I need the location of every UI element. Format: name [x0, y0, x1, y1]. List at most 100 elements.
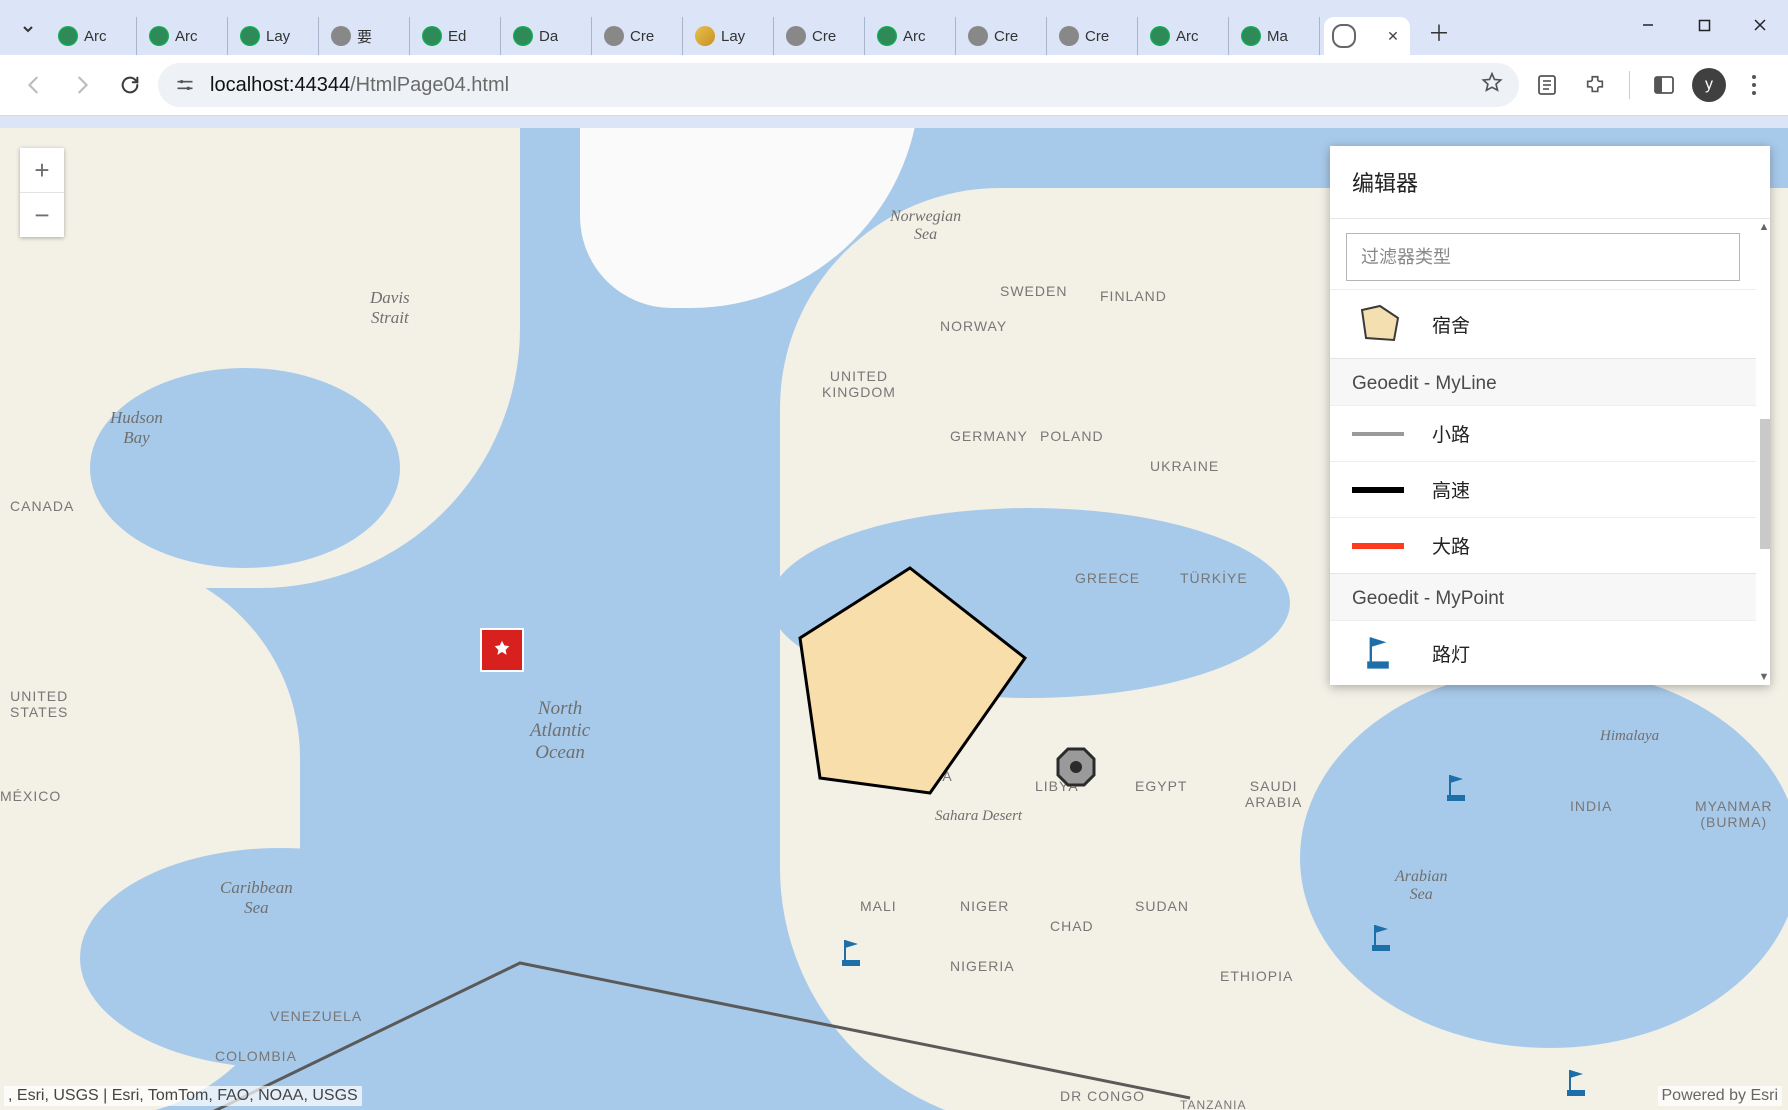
- template-label: 高速: [1432, 476, 1470, 503]
- sea-label: Hudson Bay: [110, 408, 163, 448]
- forward-button[interactable]: [62, 65, 102, 105]
- template-label: 路灯: [1432, 640, 1470, 667]
- minimize-button[interactable]: [1620, 0, 1676, 50]
- side-panel-icon[interactable]: [1644, 65, 1684, 105]
- scrollbar-thumb[interactable]: [1760, 419, 1770, 549]
- globe-icon: [1150, 26, 1170, 46]
- template-item-point-flag[interactable]: 路灯: [1330, 620, 1756, 685]
- browser-chrome: Arc Arc Lay 要 Ed Da Cre Lay Cre Arc Cre …: [0, 0, 1788, 128]
- country-label: POLAND: [1040, 428, 1104, 444]
- tab-label: Da: [539, 28, 558, 45]
- bookmark-icon[interactable]: [1481, 71, 1503, 99]
- back-button[interactable]: [14, 65, 54, 105]
- tab-item-10[interactable]: Cre: [960, 17, 1047, 55]
- globe-icon: [1059, 26, 1079, 46]
- country-label: INDIA: [1570, 798, 1612, 814]
- globe-icon: [877, 26, 897, 46]
- country-label: SUDAN: [1135, 898, 1189, 914]
- tab-item-1[interactable]: Arc: [141, 17, 228, 55]
- point-feature-icon[interactable]: [480, 628, 524, 672]
- editor-template-list[interactable]: 宿舍 Geoedit - MyLine 小路 高速 大路 Geoedit - M…: [1330, 219, 1770, 685]
- tab-item-11[interactable]: Cre: [1051, 17, 1138, 55]
- template-item-line-gray[interactable]: 小路: [1330, 405, 1756, 461]
- tab-item-active[interactable]: ✕: [1324, 17, 1410, 55]
- point-feature-flag[interactable]: [1370, 923, 1392, 958]
- tab-strip: Arc Arc Lay 要 Ed Da Cre Lay Cre Arc Cre …: [0, 0, 1788, 55]
- sea-label: North Atlantic Ocean: [530, 698, 590, 764]
- country-label: EGYPT: [1135, 778, 1187, 794]
- tab-item-9[interactable]: Arc: [869, 17, 956, 55]
- tab-label: Arc: [175, 28, 198, 45]
- tab-item-13[interactable]: Ma: [1233, 17, 1320, 55]
- country-label: CANADA: [10, 498, 74, 514]
- country-label: GREECE: [1075, 570, 1140, 586]
- tab-item-6[interactable]: Cre: [596, 17, 683, 55]
- region-label: Himalaya: [1600, 728, 1659, 745]
- tab-item-12[interactable]: Arc: [1142, 17, 1229, 55]
- point-feature-octagon[interactable]: [1055, 746, 1097, 793]
- address-bar[interactable]: localhost:44344/HtmlPage04.html: [158, 63, 1519, 107]
- point-feature-flag[interactable]: [840, 938, 862, 973]
- point-feature-flag[interactable]: [1565, 1068, 1587, 1103]
- tab-item-4[interactable]: Ed: [414, 17, 501, 55]
- country-label: NORWAY: [940, 318, 1007, 334]
- tab-label: Arc: [1176, 28, 1199, 45]
- new-tab-button[interactable]: ＋: [1422, 15, 1456, 49]
- tab-item-3[interactable]: 要: [323, 17, 410, 55]
- country-label: UKRAINE: [1150, 458, 1219, 474]
- ocean-indian: [1300, 668, 1788, 1048]
- reading-list-icon[interactable]: [1527, 65, 1567, 105]
- country-label: UNITED KINGDOM: [822, 368, 896, 400]
- template-item-polygon[interactable]: 宿舍: [1330, 289, 1756, 358]
- tab-item-5[interactable]: Da: [505, 17, 592, 55]
- line-symbol-icon: [1352, 540, 1404, 552]
- reload-button[interactable]: [110, 65, 150, 105]
- tab-label: Arc: [903, 28, 926, 45]
- tab-item-8[interactable]: Cre: [778, 17, 865, 55]
- sea-label: Norwegian Sea: [890, 208, 961, 244]
- layers-icon: [695, 26, 715, 46]
- tab-label: Cre: [1085, 28, 1109, 45]
- country-label: FINLAND: [1100, 288, 1167, 304]
- zoom-control: + −: [20, 148, 64, 237]
- polygon-feature[interactable]: [780, 558, 1040, 808]
- country-label: MÉXICO: [0, 788, 61, 804]
- tab-item-2[interactable]: Lay: [232, 17, 319, 55]
- map-view[interactable]: Davis Strait Hudson Bay CANADA UNITED ST…: [0, 128, 1788, 1110]
- template-item-line-black[interactable]: 高速: [1330, 461, 1756, 517]
- menu-icon[interactable]: [1734, 65, 1774, 105]
- close-icon[interactable]: ✕: [1384, 27, 1402, 45]
- editor-body: ▲ ▼ 宿舍 Geoedit - MyLine 小路: [1330, 219, 1770, 685]
- profile-avatar[interactable]: y: [1692, 68, 1726, 102]
- tab-label: Arc: [84, 28, 107, 45]
- site-settings-icon[interactable]: [174, 74, 196, 96]
- extensions-icon[interactable]: [1575, 65, 1615, 105]
- globe-icon: [422, 26, 442, 46]
- line-symbol-icon: [1352, 484, 1404, 496]
- powered-by-text[interactable]: Powered by Esri: [1658, 1086, 1783, 1106]
- tab-item-7[interactable]: Lay: [687, 17, 774, 55]
- scroll-up-icon[interactable]: ▲: [1758, 221, 1770, 233]
- url-port: 44344: [295, 74, 351, 96]
- point-feature-flag[interactable]: [1445, 773, 1467, 808]
- close-button[interactable]: [1732, 0, 1788, 50]
- window-controls: [1620, 0, 1788, 50]
- sea-label: Arabian Sea: [1395, 868, 1447, 904]
- maximize-button[interactable]: [1676, 0, 1732, 50]
- tab-label: Ma: [1267, 28, 1288, 45]
- filter-input[interactable]: [1346, 233, 1740, 281]
- scroll-down-icon[interactable]: ▼: [1758, 671, 1770, 683]
- template-item-line-red[interactable]: 大路: [1330, 517, 1756, 573]
- tab-label: 要: [357, 26, 372, 47]
- line-symbol-icon: [1352, 428, 1404, 440]
- tab-label: Lay: [721, 28, 745, 45]
- tab-search-button[interactable]: [14, 15, 42, 43]
- country-label: GERMANY: [950, 428, 1028, 444]
- zoom-out-button[interactable]: −: [20, 193, 64, 237]
- address-bar-row: localhost:44344/HtmlPage04.html y: [0, 55, 1788, 116]
- template-label: 大路: [1432, 532, 1470, 559]
- zoom-in-button[interactable]: +: [20, 148, 64, 193]
- tab-item-0[interactable]: Arc: [50, 17, 137, 55]
- template-label: 小路: [1432, 420, 1470, 447]
- country-label: MYANMAR (BURMA): [1695, 798, 1773, 830]
